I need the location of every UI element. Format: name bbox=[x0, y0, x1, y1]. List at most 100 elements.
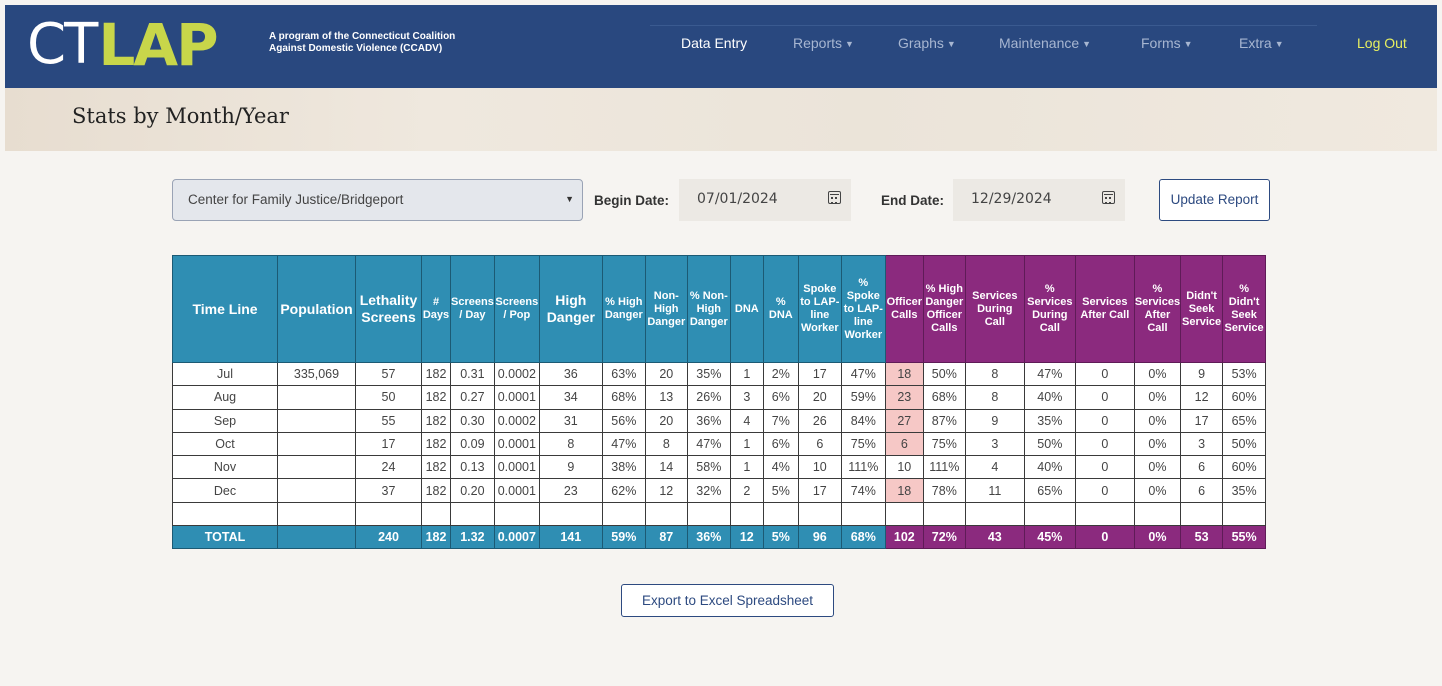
table-cell: 20 bbox=[644, 408, 688, 433]
nav-graphs[interactable]: Graphs ▼ bbox=[898, 35, 956, 51]
table-cell: 4 bbox=[729, 408, 764, 433]
table-cell: 38% bbox=[601, 455, 646, 480]
table-cell: 34 bbox=[538, 385, 603, 410]
table-cell: 7% bbox=[762, 408, 799, 433]
table-cell: 0 bbox=[1074, 478, 1135, 503]
table-cell: 0.30 bbox=[450, 408, 495, 433]
table-cell: 17 bbox=[797, 361, 842, 387]
table-cell: Oct bbox=[172, 431, 278, 457]
table-cell: 23 bbox=[538, 478, 603, 503]
caret-down-icon: ▼ bbox=[1082, 39, 1092, 49]
table-cell: 14 bbox=[644, 455, 688, 480]
table-cell: 0% bbox=[1133, 431, 1182, 457]
table-cell: 35% bbox=[1023, 408, 1076, 433]
table-cell: 0% bbox=[1133, 478, 1182, 503]
table-cell: 0% bbox=[1133, 408, 1182, 433]
table-cell: 68% bbox=[601, 385, 646, 410]
end-date-input[interactable]: 12/29/2024 bbox=[953, 179, 1125, 221]
table-cell bbox=[421, 501, 451, 527]
table-cell: 17 bbox=[1180, 408, 1224, 433]
table-cell bbox=[1074, 501, 1135, 527]
table-cell: 50% bbox=[1023, 431, 1076, 457]
export-excel-button[interactable]: Export to Excel Spreadsheet bbox=[621, 584, 834, 617]
table-cell: 17 bbox=[797, 478, 842, 503]
column-header: % Non-High Danger bbox=[686, 255, 731, 363]
table-cell bbox=[277, 455, 356, 480]
table-cell bbox=[1023, 501, 1076, 527]
table-cell: 182 bbox=[421, 478, 451, 503]
begin-date-input[interactable]: 07/01/2024 bbox=[679, 179, 851, 221]
nav-extra[interactable]: Extra ▼ bbox=[1239, 35, 1284, 51]
table-cell: 17 bbox=[355, 431, 422, 457]
nav-reports[interactable]: Reports ▼ bbox=[793, 35, 854, 51]
agency-select[interactable]: Center for Family Justice/Bridgeport ▼ bbox=[172, 179, 583, 221]
table-cell: 50% bbox=[1222, 431, 1267, 457]
table-cell: 75% bbox=[922, 431, 966, 457]
table-cell bbox=[538, 501, 603, 527]
table-cell bbox=[964, 501, 1025, 527]
total-row: TOTAL 240 182 1.32 0.0007 141 59% 87 36% 12 5% 96 68… bbox=[172, 525, 1267, 550]
table-cell: 111% bbox=[922, 455, 966, 480]
table-cell: 12 bbox=[644, 478, 688, 503]
table-cell: 18 bbox=[884, 361, 924, 387]
table-cell: 12 bbox=[1180, 385, 1224, 410]
table-cell: Dec bbox=[172, 478, 278, 503]
total-cell bbox=[277, 525, 356, 550]
table-cell: 111% bbox=[840, 455, 886, 480]
ctlap-logo[interactable]: CT LAP bbox=[27, 15, 219, 76]
table-cell: 60% bbox=[1222, 385, 1267, 410]
table-cell: 20 bbox=[644, 361, 688, 387]
table-cell: Jul bbox=[172, 361, 278, 387]
table-cell: 50 bbox=[355, 385, 422, 410]
column-header: Officer Calls bbox=[884, 255, 924, 363]
table-cell: 0 bbox=[1074, 431, 1135, 457]
nav-log-out[interactable]: Log Out bbox=[1357, 35, 1407, 51]
table-cell: 0.20 bbox=[450, 478, 495, 503]
table-cell: 60% bbox=[1222, 455, 1267, 480]
chevron-down-icon: ▼ bbox=[565, 194, 574, 204]
table-cell: 3 bbox=[964, 431, 1025, 457]
table-cell: 6% bbox=[762, 385, 799, 410]
nav-forms[interactable]: Forms ▼ bbox=[1141, 35, 1193, 51]
table-cell: 8 bbox=[964, 385, 1025, 410]
table-cell bbox=[277, 501, 356, 527]
table-cell: 47% bbox=[1023, 361, 1076, 387]
nav-graphs-label: Graphs bbox=[898, 35, 944, 51]
table-cell bbox=[601, 501, 646, 527]
table-row bbox=[172, 501, 1267, 527]
nav-maintenance[interactable]: Maintenance ▼ bbox=[999, 35, 1091, 51]
table-cell: 75% bbox=[840, 431, 886, 457]
table-cell: 6 bbox=[797, 431, 842, 457]
total-cell: 72% bbox=[922, 525, 966, 550]
column-header: High Danger bbox=[538, 255, 603, 363]
table-cell bbox=[762, 501, 799, 527]
calendar-icon[interactable] bbox=[1102, 191, 1115, 204]
total-cell: 0% bbox=[1133, 525, 1182, 550]
table-cell: 84% bbox=[840, 408, 886, 433]
nav-extra-label: Extra bbox=[1239, 35, 1272, 51]
total-cell: 12 bbox=[729, 525, 764, 550]
table-row: Dec 37 182 0.20 0.0001 23 62% 12 32% 2 5% 17 74% 18 78… bbox=[172, 478, 1267, 503]
table-cell: 0% bbox=[1133, 385, 1182, 410]
total-cell: 141 bbox=[538, 525, 603, 550]
column-header: DNA bbox=[729, 255, 764, 363]
column-header: Spoke to LAP-line Worker bbox=[797, 255, 842, 363]
table-cell: 58% bbox=[686, 455, 731, 480]
total-cell: 36% bbox=[686, 525, 731, 550]
table-cell: 68% bbox=[922, 385, 966, 410]
table-cell: 36 bbox=[538, 361, 603, 387]
table-cell: 26 bbox=[797, 408, 842, 433]
table-cell bbox=[729, 501, 764, 527]
nav-data-entry[interactable]: Data Entry bbox=[681, 35, 747, 51]
table-cell bbox=[644, 501, 688, 527]
table-cell bbox=[686, 501, 731, 527]
update-report-button[interactable]: Update Report bbox=[1159, 179, 1270, 221]
nav-data-entry-label: Data Entry bbox=[681, 35, 748, 51]
column-header: Didn't Seek Service bbox=[1180, 255, 1224, 363]
table-cell: 31 bbox=[538, 408, 603, 433]
end-date-label: End Date: bbox=[881, 193, 945, 208]
total-cell: 5% bbox=[762, 525, 799, 550]
total-cell: 55% bbox=[1222, 525, 1267, 550]
calendar-icon[interactable] bbox=[828, 191, 841, 204]
table-cell: 11 bbox=[964, 478, 1025, 503]
